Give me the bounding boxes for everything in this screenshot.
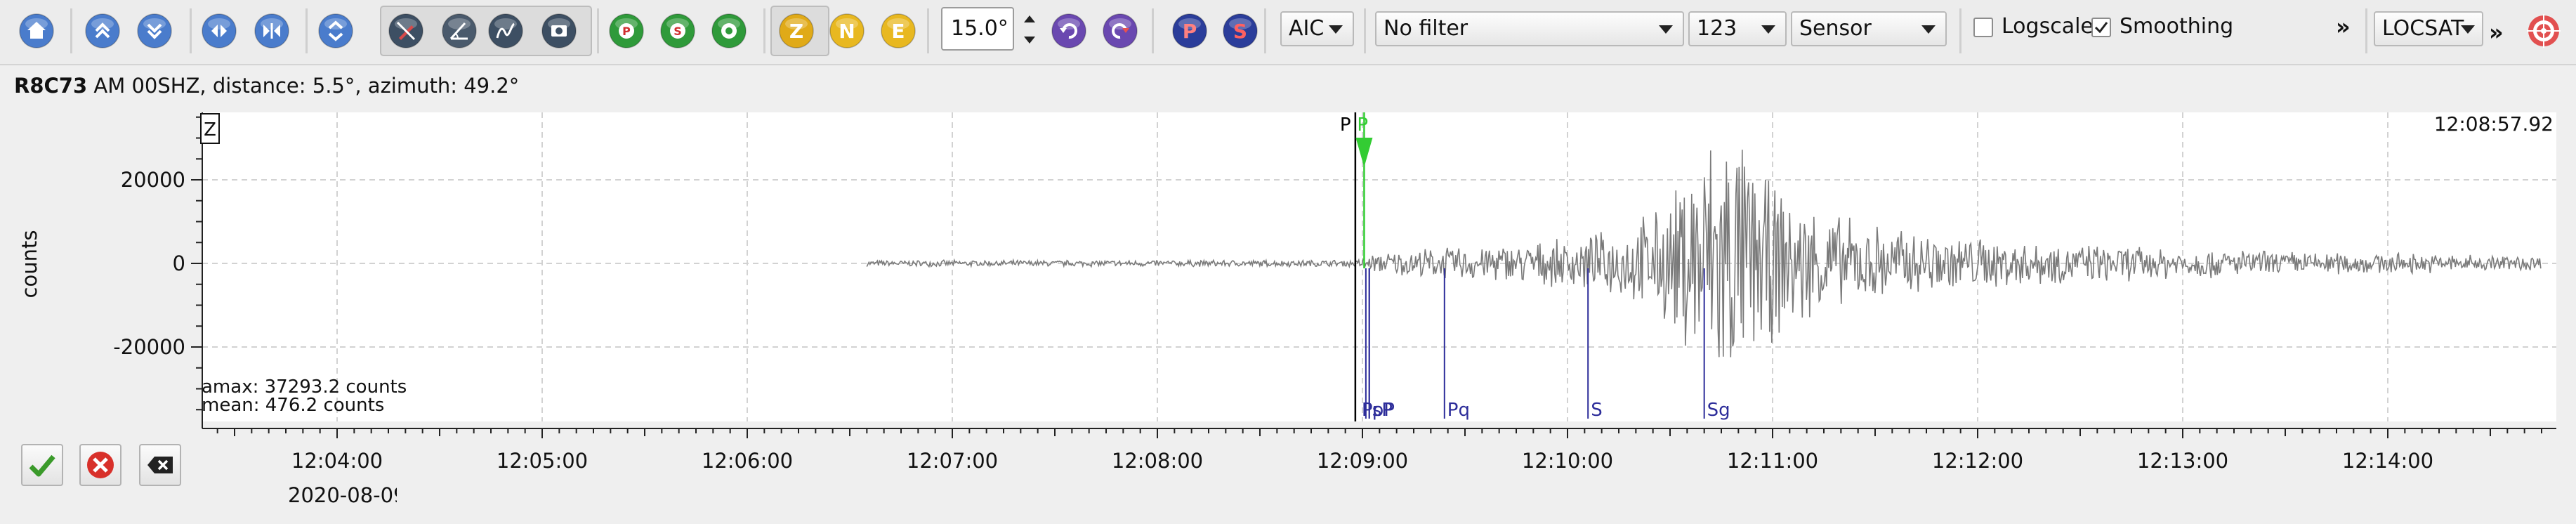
accept-button[interactable]: [21, 444, 63, 486]
y-tick-label: -20000: [113, 335, 185, 359]
mean-label: mean: 476.2 counts: [202, 395, 384, 416]
y-tick-label: 20000: [121, 168, 185, 192]
phase-marker-label: sP: [1372, 400, 1393, 421]
theoretical-pick-label: P: [1357, 114, 1368, 136]
x-tick-label: 12:08:00: [1112, 449, 1203, 473]
clear-button[interactable]: [139, 444, 181, 486]
x-tick-label: 12:04:00: [291, 449, 383, 473]
phase-marker-label: Pq: [1447, 400, 1470, 421]
x-tick-label: 12:14:00: [2342, 449, 2433, 473]
clear-icon: [147, 457, 173, 473]
manual-pick-label: P: [1340, 114, 1351, 136]
component-label: Z: [204, 119, 216, 140]
x-tick-label: 12:13:00: [2137, 449, 2228, 473]
seismogram-plot[interactable]: PpPsP Pq S SgP P200000-2000012:04:00 12:05:00…: [0, 0, 2576, 524]
check-icon: [29, 454, 55, 477]
phase-marker-label: Sg: [1707, 400, 1730, 421]
x-tick-label: 12:09:00: [1317, 449, 1408, 473]
x-tick-label: 12:05:00: [497, 449, 588, 473]
x-tick-label: 12:06:00: [702, 449, 793, 473]
x-tick-label: 12:11:00: [1727, 449, 1818, 473]
x-tick-label: 12:10:00: [1522, 449, 1613, 473]
x-tick-label: 12:12:00: [1932, 449, 2023, 473]
time-readout: 12:08:57.92: [2434, 112, 2554, 136]
phase-marker-label: S: [1591, 400, 1603, 421]
cancel-icon: [87, 452, 114, 478]
date-label: 2020-08-09: [288, 483, 397, 507]
y-axis-label: counts: [18, 230, 41, 299]
y-tick-label: 0: [173, 251, 185, 275]
reject-button[interactable]: [79, 444, 121, 486]
phase-marker-label: P: [1362, 400, 1373, 421]
x-tick-label: 12:07:00: [907, 449, 998, 473]
